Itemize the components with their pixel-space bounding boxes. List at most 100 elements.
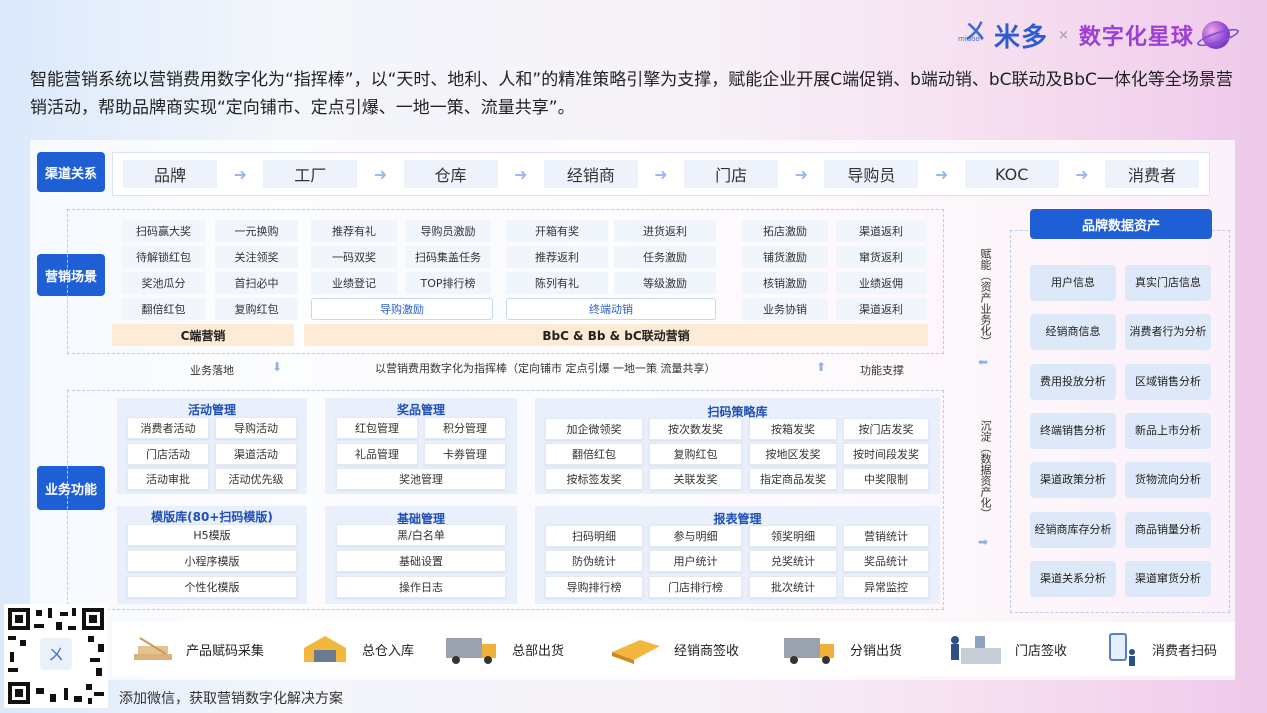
scene-item: 奖池瓜分	[122, 272, 205, 294]
footer-cta: 添加微信，获取营销数字化解决方案	[119, 691, 343, 707]
scene-item: 首扫必中	[215, 272, 298, 294]
scene-item: 一码双奖	[311, 246, 397, 268]
asset-item: 用户信息	[1030, 265, 1116, 301]
scene-item: 推荐返利	[506, 246, 608, 268]
brand-name-secondary: 数字化星球	[1078, 25, 1194, 50]
function-item: 红包管理	[336, 417, 418, 439]
function-item: 门店活动	[127, 443, 209, 465]
function-item: 卡券管理	[424, 443, 506, 465]
asset-item: 区域销售分析	[1125, 364, 1211, 400]
channel-item: 经销商	[543, 160, 638, 188]
function-item: 积分管理	[424, 417, 506, 439]
function-item: 活动审批	[127, 468, 209, 490]
flow-step: 经销商签收	[610, 622, 739, 676]
template-title: 模版库(80+扫码模版)	[151, 510, 273, 524]
function-item: 小程序模版	[127, 550, 297, 572]
arrow-right-icon: ➜	[373, 164, 388, 184]
function-item: 奖池管理	[336, 468, 506, 490]
function-item: 礼品管理	[336, 443, 418, 465]
asset-item: 真实门店信息	[1125, 265, 1211, 301]
arrow-right-icon: ➜	[934, 164, 949, 184]
arrow-right-icon: ➜	[514, 164, 528, 184]
function-item: 门店排行榜	[649, 576, 742, 598]
truck-icon	[784, 638, 834, 664]
flow-step: 总仓入库	[300, 622, 414, 676]
flow-step: 产品赋码采集	[132, 622, 264, 676]
arrow-down-icon: ⬇	[272, 360, 283, 374]
function-item: 按标签发奖	[545, 468, 643, 490]
asset-item: 渠道窜货分析	[1125, 561, 1211, 597]
scene-item: 陈列有礼	[506, 272, 608, 294]
arrow-left-icon: ⬅	[978, 355, 989, 369]
scene-item: 扫码集盖任务	[405, 246, 491, 268]
function-item: 操作日志	[336, 576, 506, 598]
asset-item: 新品上市分析	[1125, 413, 1211, 449]
scene-item: 进货返利	[614, 220, 716, 242]
assets-title: 品牌数据资产	[1030, 209, 1212, 239]
qr-code[interactable]: ㄨ	[4, 604, 108, 708]
function-item: 按地区发奖	[749, 443, 837, 465]
asset-item: 终端销售分析	[1030, 413, 1116, 449]
function-item: 奖品统计	[843, 550, 929, 572]
asset-item: 经销商信息	[1030, 314, 1116, 350]
scene-item: 推荐有礼	[311, 220, 397, 242]
svg-text:ㄨ: ㄨ	[48, 645, 64, 664]
function-item: H5模版	[127, 524, 297, 546]
truck-icon	[446, 638, 496, 664]
function-item: 基础设置	[336, 550, 506, 572]
channel-item: 品牌	[123, 160, 217, 188]
function-item: 导购活动	[215, 417, 297, 439]
function-item: 按时间段发奖	[843, 443, 929, 465]
function-item: 批次统计	[749, 576, 837, 598]
scene-item: 待解锁红包	[122, 246, 205, 268]
function-item: 营销统计	[843, 525, 929, 547]
asset-item: 费用投放分析	[1030, 364, 1116, 400]
vertical-text-empower: 赋能（资产业务化）	[979, 248, 992, 347]
function-item: 用户统计	[649, 550, 742, 572]
scene-item: 关注领奖	[215, 246, 298, 268]
asset-item: 渠道政策分析	[1030, 462, 1116, 498]
scene-item: 业务协销	[742, 298, 828, 320]
arrow-right-icon: ➜	[654, 164, 668, 184]
arrow-up-icon: ⬆	[816, 360, 827, 374]
function-item: 关联发奖	[649, 468, 742, 490]
arrow-right-icon: ➜	[1075, 164, 1089, 184]
planet-icon	[1201, 21, 1230, 49]
function-item: 按门店发奖	[843, 418, 929, 440]
flow-step-label: 总部出货	[512, 643, 565, 659]
function-item: 异常监控	[843, 576, 929, 598]
pallet-icon	[134, 637, 172, 660]
flow-step: 消费者扫码	[1106, 622, 1217, 676]
scene-item: 业绩登记	[311, 272, 397, 294]
function-item: 兑奖统计	[749, 550, 837, 572]
brand-name: 米多	[994, 22, 1049, 53]
channel-item: 消费者	[1104, 160, 1199, 188]
activity-title: 活动管理	[187, 403, 236, 417]
asset-item: 消费者行为分析	[1125, 314, 1211, 350]
function-item: 渠道活动	[215, 443, 297, 465]
function-item: 参与明细	[649, 525, 742, 547]
asset-item: 经销商库存分析	[1030, 512, 1116, 548]
scene-item: 等级激励	[614, 272, 716, 294]
flow-step-label: 总仓入库	[362, 643, 415, 659]
flow-step-label: 分销出货	[850, 643, 903, 659]
channel-item: 门店	[684, 160, 779, 188]
scene-item: 扫码赢大奖	[122, 220, 205, 242]
function-item: 个性化模版	[127, 576, 297, 598]
flow-step-label: 门店签收	[1015, 643, 1068, 659]
scene-group-label-c: C端营销	[112, 324, 294, 346]
vertical-text-accumulate: 沉淀（数据资产化）	[979, 420, 992, 519]
intro-text: 智能营销系统以营销费用数字化为“指挥棒”，以“天时、地利、人和”的精准策略引擎为…	[30, 70, 1233, 118]
channel-row: 品牌 ➜ 工厂 ➜ 仓库 ➜ 经销商 ➜ 门店 ➜ 导购员 ➜ KOC ➜ 消费者	[112, 152, 1210, 196]
scene-item: 翻倍红包	[122, 298, 205, 320]
scene-item: 任务激励	[614, 246, 716, 268]
middle-center-text: 以营销费用数字化为指挥棒（定向铺市 定点引爆 一地一策 流量共享）	[375, 362, 716, 375]
scene-group-label-guide: 导购激励	[311, 298, 493, 320]
function-item: 消费者活动	[127, 417, 209, 439]
flow-step-label: 消费者扫码	[1152, 643, 1218, 659]
warehouse-icon	[304, 636, 346, 662]
function-item: 中奖限制	[843, 468, 929, 490]
function-item: 领奖明细	[749, 525, 837, 547]
asset-item: 商品销量分析	[1125, 512, 1211, 548]
logistics-flow: 产品赋码采集 总仓入库 总部出货 经销商签收 分销出货 门店签收 消费者扫码	[112, 622, 1235, 676]
